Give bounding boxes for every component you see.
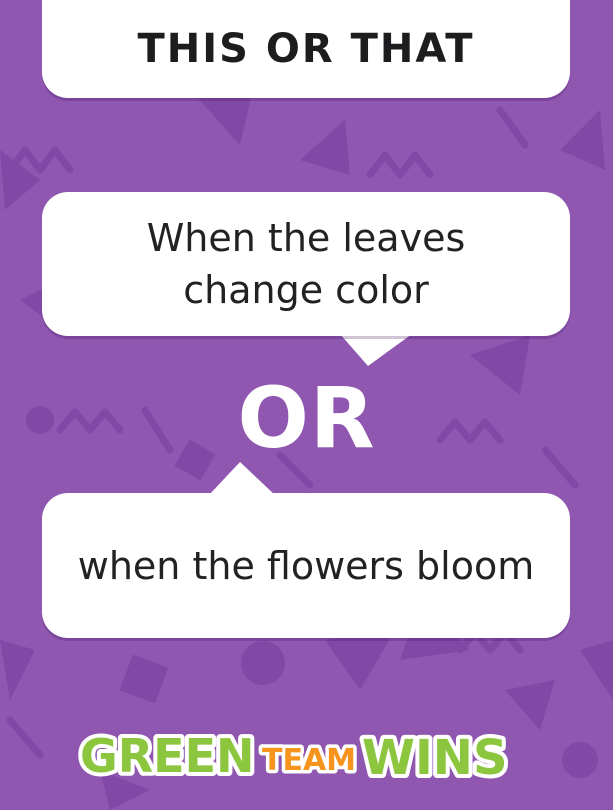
option-a-text: When the leaves change color — [146, 216, 466, 312]
logo-wins-text: WINS — [362, 730, 508, 786]
title-text: THIS OR THAT — [137, 26, 475, 72]
this-or-that-card: THIS OR THAT When the leaves change colo… — [0, 0, 613, 810]
option-a-card[interactable]: When the leaves change color — [42, 192, 570, 336]
or-divider: OR — [237, 369, 376, 467]
title-banner: THIS OR THAT — [42, 0, 570, 98]
logo-team-text: TEAM — [262, 743, 356, 778]
option-b-text: when the flowers bloom — [77, 543, 535, 588]
green-team-wins-logo: GREEN TEAM WINS — [76, 725, 512, 788]
option-b-card[interactable]: when the flowers bloom — [42, 493, 570, 638]
logo-green-text: GREEN — [80, 729, 255, 783]
